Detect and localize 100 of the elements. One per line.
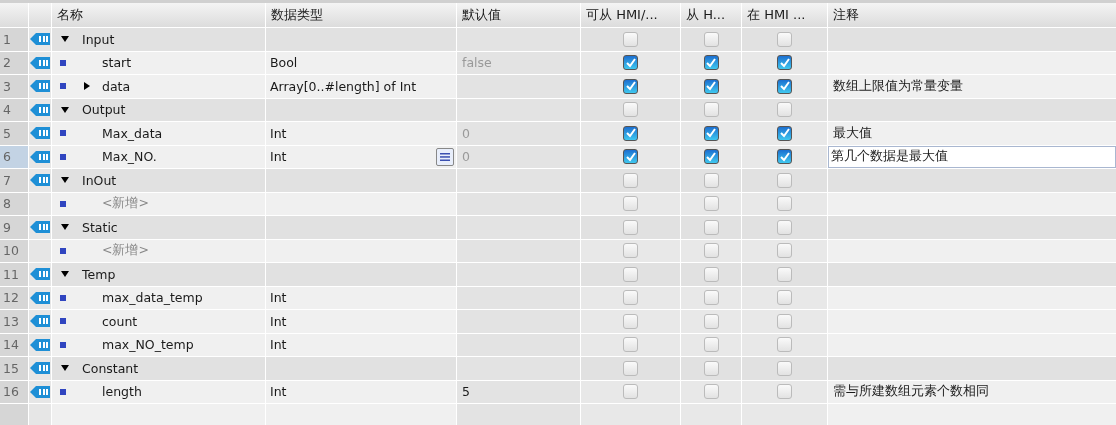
hmi-checkbox[interactable] [623, 55, 638, 71]
hmi-checkbox[interactable] [703, 149, 719, 165]
default-value: false [462, 55, 492, 71]
bullet-icon [60, 388, 66, 395]
hmi-checkbox[interactable] [623, 125, 638, 141]
hmi-checkbox[interactable] [777, 78, 792, 94]
hmi-checkbox[interactable] [777, 149, 792, 165]
hmi-checkbox[interactable] [623, 384, 638, 400]
hmi-checkbox[interactable] [703, 337, 719, 353]
hmi-checkbox[interactable] [623, 102, 638, 118]
hmi-checkbox[interactable] [777, 102, 792, 118]
bullet-icon [60, 59, 66, 66]
bullet-icon [60, 247, 66, 254]
interface-icon [30, 80, 50, 93]
comment-text: 最大值 [833, 124, 872, 142]
hmi-checkbox[interactable] [703, 172, 719, 188]
hmi-checkbox[interactable] [703, 102, 719, 118]
variable-name: Max_data [102, 125, 163, 141]
hmi-checkbox[interactable] [623, 360, 638, 376]
hmi-checkbox[interactable] [623, 313, 638, 329]
interface-icon [30, 103, 50, 116]
hmi-checkbox[interactable] [703, 266, 719, 282]
hmi-checkbox[interactable] [777, 313, 792, 329]
column-header[interactable]: 数据类型 [266, 3, 456, 27]
hmi-checkbox[interactable] [703, 196, 719, 212]
row-number: 8 [0, 192, 28, 215]
row-number: 3 [0, 75, 28, 98]
data-type: Int [270, 125, 287, 141]
column-header[interactable]: 名称 [52, 3, 265, 27]
hmi-checkbox[interactable] [703, 360, 719, 376]
hmi-checkbox[interactable] [777, 290, 792, 306]
hmi-checkbox[interactable] [623, 78, 638, 94]
column-header[interactable]: 默认值 [457, 3, 580, 27]
hmi-checkbox[interactable] [623, 31, 638, 47]
row-number: 16 [0, 380, 28, 403]
bullet-icon [60, 153, 66, 160]
hmi-checkbox[interactable] [623, 172, 638, 188]
row-number: 14 [0, 333, 28, 356]
hmi-checkbox[interactable] [703, 243, 719, 259]
variable-name: length [102, 384, 142, 400]
expand-arrow-icon[interactable] [82, 81, 92, 92]
hmi-checkbox[interactable] [777, 243, 792, 259]
bullet-icon [60, 341, 66, 348]
hmi-checkbox[interactable] [623, 196, 638, 212]
interface-icon [30, 174, 50, 187]
comment-field[interactable]: 第几个数据是最大值 [828, 145, 1116, 168]
hmi-checkbox[interactable] [703, 219, 719, 235]
variable-name: max_NO_temp [102, 337, 194, 353]
hmi-checkbox[interactable] [703, 31, 719, 47]
comment-text: 需与所建数组元素个数相同 [833, 383, 989, 401]
variable-name: count [102, 313, 138, 329]
default-value: 5 [462, 384, 470, 400]
hmi-checkbox[interactable] [623, 149, 638, 165]
hmi-checkbox[interactable] [777, 360, 792, 376]
hmi-checkbox[interactable] [623, 290, 638, 306]
hmi-checkbox[interactable] [623, 219, 638, 235]
hmi-checkbox[interactable] [623, 243, 638, 259]
row-number: 12 [0, 286, 28, 309]
row-number: 10 [0, 239, 28, 262]
bullet-icon [60, 318, 66, 325]
column-header[interactable]: 从 H... [681, 3, 741, 27]
hmi-checkbox[interactable] [777, 219, 792, 235]
row-number: 6 [0, 145, 28, 168]
interface-icon [30, 221, 50, 234]
column-header [29, 3, 51, 27]
list-button[interactable] [436, 147, 454, 166]
hmi-checkbox[interactable] [703, 78, 719, 94]
hmi-checkbox[interactable] [777, 172, 792, 188]
section-name: Input [82, 31, 115, 47]
hmi-checkbox[interactable] [703, 384, 719, 400]
list-icon [440, 151, 450, 162]
column-header[interactable]: 可从 HMI/... [581, 3, 680, 27]
hmi-checkbox[interactable] [703, 313, 719, 329]
interface-icon [30, 33, 50, 46]
hmi-checkbox[interactable] [703, 55, 719, 71]
hmi-checkbox[interactable] [777, 125, 792, 141]
hmi-checkbox[interactable] [777, 266, 792, 282]
column-header[interactable]: 在 HMI ... [742, 3, 827, 27]
hmi-checkbox[interactable] [777, 384, 792, 400]
default-value: 0 [462, 125, 470, 141]
hmi-checkbox[interactable] [703, 125, 719, 141]
hmi-checkbox[interactable] [623, 266, 638, 282]
data-type: Array[0..#length] of Int [270, 78, 417, 94]
bullet-icon [60, 200, 66, 207]
interface-icon [30, 56, 50, 69]
data-type: Int [270, 290, 287, 306]
hmi-checkbox[interactable] [777, 196, 792, 212]
bullet-icon [60, 83, 66, 90]
hmi-checkbox[interactable] [703, 290, 719, 306]
data-type: Int [270, 149, 287, 165]
hmi-checkbox[interactable] [777, 337, 792, 353]
hmi-checkbox[interactable] [623, 337, 638, 353]
interface-icon [30, 315, 50, 328]
interface-icon [30, 150, 50, 163]
hmi-checkbox[interactable] [777, 31, 792, 47]
column-header[interactable]: 注释 [828, 3, 1116, 27]
hmi-checkbox[interactable] [777, 55, 792, 71]
row-number: 5 [0, 122, 28, 145]
collapse-arrow-icon[interactable] [60, 104, 70, 115]
row-number: 9 [0, 216, 28, 239]
